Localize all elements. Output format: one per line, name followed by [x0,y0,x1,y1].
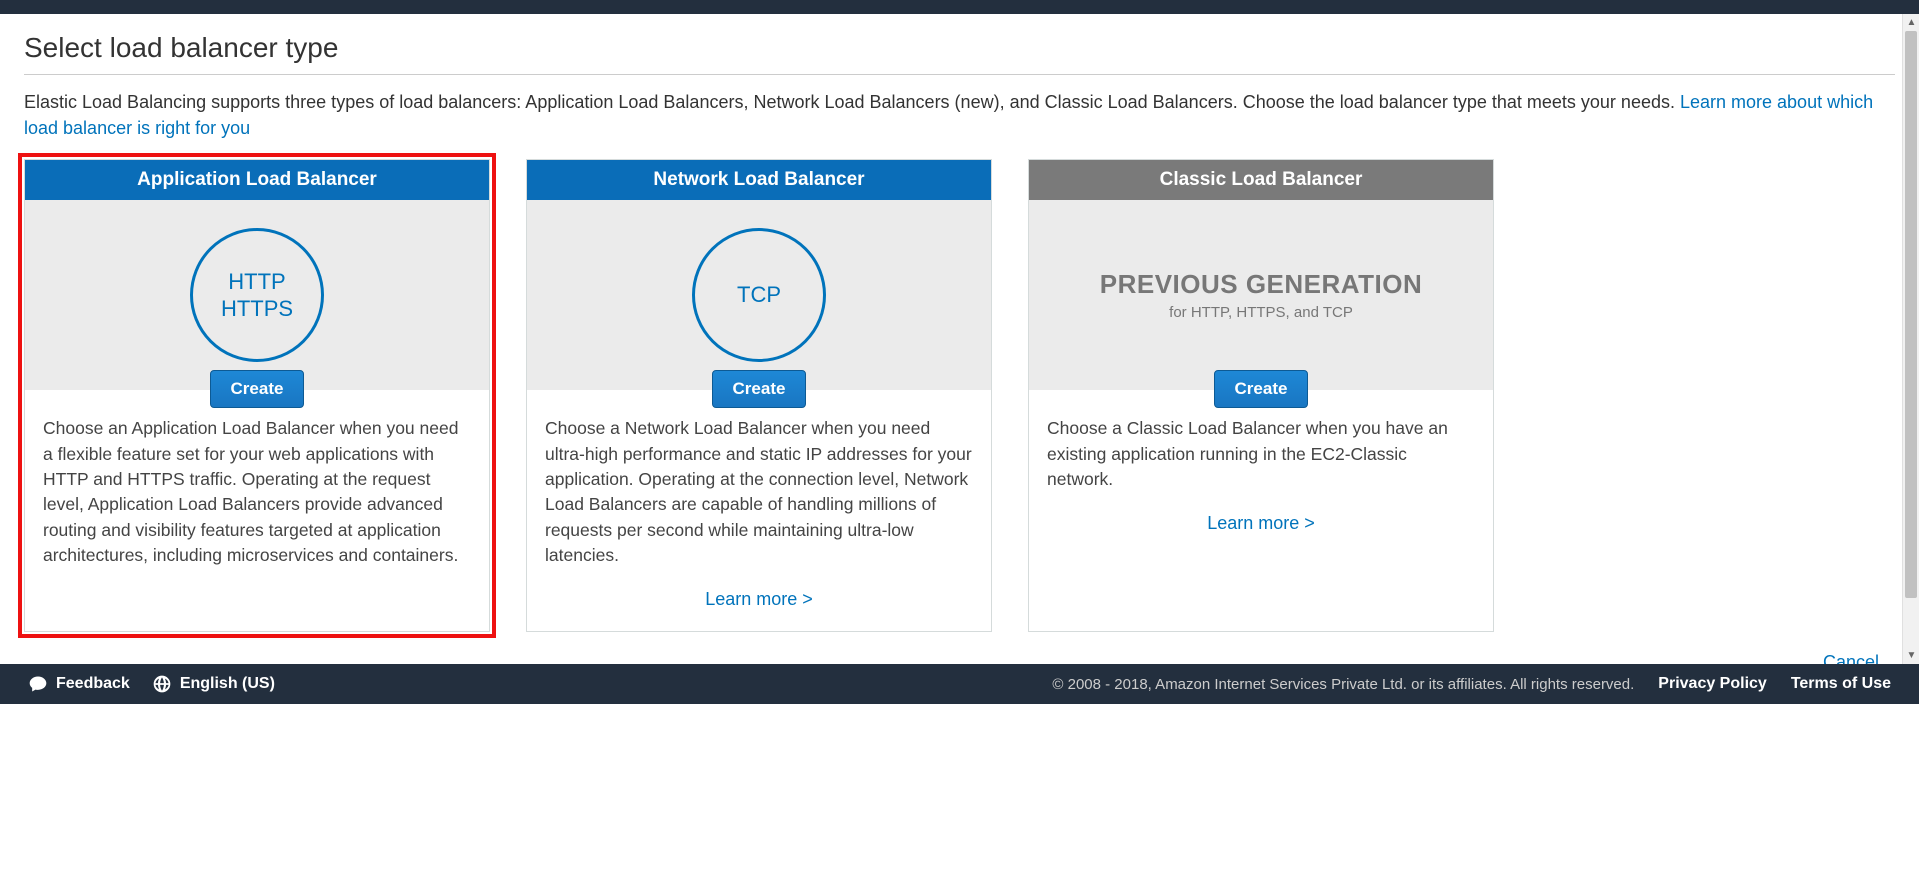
alb-description: Choose an Application Load Balancer when… [43,416,471,568]
nlb-proto-tcp: TCP [737,281,781,309]
page-title: Select load balancer type [24,32,1895,64]
speech-bubble-icon [28,674,48,694]
globe-icon [152,674,172,694]
language-label: English (US) [180,675,275,693]
clb-description: Choose a Classic Load Balancer when you … [1047,416,1475,492]
footer-bar: Feedback English (US) © 2008 - 2018, Ama… [0,664,1919,704]
card-clb-header: Classic Load Balancer [1029,160,1493,200]
top-nav-bar [0,0,1919,14]
nlb-learn-more-link[interactable]: Learn more > [545,586,973,612]
nlb-create-button[interactable]: Create [712,370,807,408]
scroll-track[interactable] [1903,31,1919,647]
card-nlb-header: Network Load Balancer [527,160,991,200]
main-content: Select load balancer type Elastic Load B… [0,14,1919,642]
nlb-protocol-circle: TCP [692,228,826,362]
card-classic-lb: Classic Load Balancer PREVIOUS GENERATIO… [1028,159,1494,631]
clb-prevgen-title: PREVIOUS GENERATION [1100,269,1423,300]
card-clb-graphic: PREVIOUS GENERATION for HTTP, HTTPS, and… [1029,200,1493,390]
alb-proto-https: HTTPS [221,295,293,323]
footer-left: Feedback English (US) [28,674,275,694]
clb-prevgen-sub: for HTTP, HTTPS, and TCP [1100,304,1423,321]
vertical-scrollbar[interactable]: ▲ ▼ [1902,14,1919,664]
scroll-down-arrow-icon[interactable]: ▼ [1903,647,1919,664]
scroll-up-arrow-icon[interactable]: ▲ [1903,14,1919,31]
feedback-button[interactable]: Feedback [28,674,130,694]
intro-paragraph: Elastic Load Balancing supports three ty… [24,89,1895,141]
nlb-description: Choose a Network Load Balancer when you … [545,416,973,568]
page-actions: Cancel [0,642,1919,664]
main-scroll-area: Select load balancer type Elastic Load B… [0,14,1919,664]
clb-create-button[interactable]: Create [1214,370,1309,408]
lb-type-cards: Application Load Balancer HTTP HTTPS Cre… [24,159,1895,631]
card-nlb-graphic: TCP [527,200,991,390]
card-alb-graphic: HTTP HTTPS [25,200,489,390]
card-clb-body: Choose a Classic Load Balancer when you … [1029,390,1493,554]
card-alb-body: Choose an Application Load Balancer when… [25,390,489,586]
scroll-thumb[interactable] [1905,31,1917,598]
card-nlb-body: Choose a Network Load Balancer when you … [527,390,991,630]
clb-prevgen: PREVIOUS GENERATION for HTTP, HTTPS, and… [1100,269,1423,321]
footer-right: © 2008 - 2018, Amazon Internet Services … [1052,675,1891,693]
copyright-text: © 2008 - 2018, Amazon Internet Services … [1052,676,1634,693]
card-alb-header: Application Load Balancer [25,160,489,200]
privacy-policy-link[interactable]: Privacy Policy [1658,675,1767,693]
language-selector[interactable]: English (US) [152,674,275,694]
alb-create-button[interactable]: Create [210,370,305,408]
card-application-lb: Application Load Balancer HTTP HTTPS Cre… [24,159,490,631]
intro-text: Elastic Load Balancing supports three ty… [24,92,1680,112]
cancel-link[interactable]: Cancel [1823,652,1879,664]
clb-learn-more-link[interactable]: Learn more > [1047,510,1475,536]
alb-proto-http: HTTP [228,268,285,296]
feedback-label: Feedback [56,675,130,693]
terms-of-use-link[interactable]: Terms of Use [1791,675,1891,693]
title-divider [24,74,1895,75]
card-network-lb: Network Load Balancer TCP Create Choose … [526,159,992,631]
alb-protocol-circle: HTTP HTTPS [190,228,324,362]
